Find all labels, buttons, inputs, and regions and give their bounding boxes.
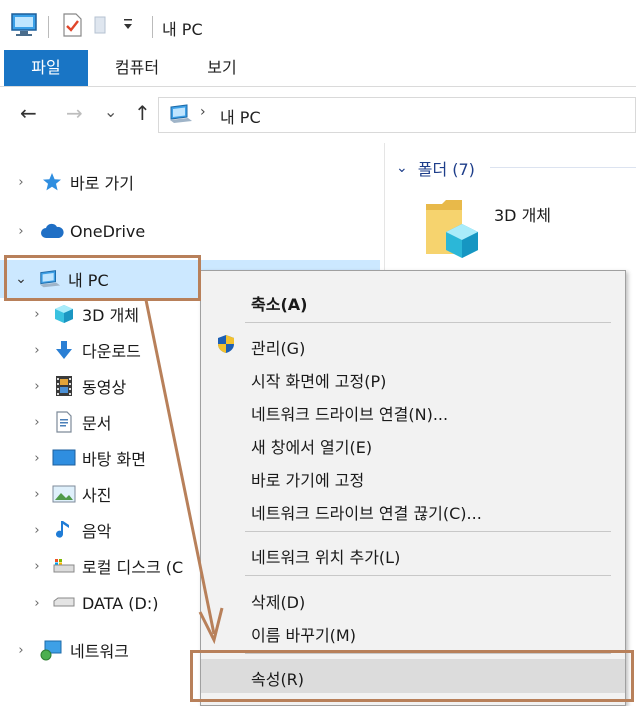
drive-icon	[52, 555, 76, 577]
network-icon	[40, 639, 64, 661]
tree-item-quick-access[interactable]: › 바로 가기	[14, 165, 134, 199]
download-arrow-icon	[52, 339, 76, 361]
star-icon	[40, 171, 64, 193]
tree-item-label: DATA (D:)	[82, 593, 159, 613]
tree-item-label: 로컬 디스크 (C	[82, 558, 184, 577]
music-note-icon	[52, 519, 76, 541]
dropdown-arrow-icon[interactable]	[122, 18, 134, 36]
group-divider	[490, 167, 636, 168]
tree-item-onedrive[interactable]: › OneDrive	[14, 214, 145, 248]
context-menu: 축소(A) 관리(G) 시작 화면에 고정(P) 네트워크 드라이브 연결(N)…	[200, 270, 626, 706]
cube-icon	[52, 303, 76, 325]
up-button[interactable]: ↑	[134, 101, 151, 125]
tree-item-pictures[interactable]: › 사진	[30, 477, 111, 511]
shield-icon	[217, 334, 235, 358]
annotation-box-properties	[190, 650, 634, 702]
group-header-label: 폴더 (7)	[417, 160, 475, 179]
tree-item-music[interactable]: › 음악	[30, 513, 111, 547]
recent-locations-button[interactable]: ⌄	[104, 100, 117, 124]
menu-separator	[245, 575, 611, 576]
menu-item-collapse[interactable]: 축소(A)	[201, 285, 625, 317]
tree-item-documents[interactable]: › 문서	[30, 405, 111, 439]
address-chevron-icon[interactable]: ›	[200, 104, 206, 120]
tree-item-label: 바탕 화면	[82, 450, 146, 469]
chevron-right-icon[interactable]: ›	[30, 415, 44, 430]
tree-item-label: 다운로드	[82, 342, 141, 361]
menu-item-rename[interactable]: 이름 바꾸기(M)	[201, 616, 625, 648]
tree-item-local-disk-c[interactable]: › 로컬 디스크 (C	[30, 549, 183, 583]
tree-item-data-d[interactable]: › DATA (D:)	[30, 586, 159, 620]
chevron-down-icon[interactable]: ⌄	[396, 160, 408, 176]
computer-icon[interactable]	[10, 12, 38, 42]
tab-view[interactable]: 보기	[186, 50, 258, 86]
tree-item-videos[interactable]: › 동영상	[30, 369, 126, 403]
chevron-right-icon[interactable]: ›	[30, 379, 44, 394]
ribbon: 파일 컴퓨터 보기	[0, 48, 636, 86]
group-header-folders[interactable]: ⌄ 폴더 (7)	[396, 156, 475, 180]
chevron-right-icon[interactable]: ›	[30, 559, 44, 574]
chevron-right-icon[interactable]: ›	[30, 596, 44, 611]
folder-3d-icon[interactable]	[424, 196, 482, 264]
film-icon	[52, 375, 76, 397]
chevron-right-icon[interactable]: ›	[30, 523, 44, 538]
chevron-right-icon[interactable]: ›	[30, 451, 44, 466]
menu-item-open-new-window[interactable]: 새 창에서 열기(E)	[201, 428, 625, 460]
forward-button[interactable]: →	[66, 101, 83, 125]
tree-item-label: 3D 개체	[82, 306, 140, 325]
tree-item-label: 사진	[82, 486, 112, 505]
chevron-right-icon[interactable]: ›	[14, 643, 28, 658]
tree-item-network[interactable]: › 네트워크	[14, 633, 129, 667]
drive-icon	[52, 592, 76, 614]
menu-separator	[245, 531, 611, 532]
title-bar: 내 PC	[0, 0, 636, 48]
title-separator	[152, 16, 153, 38]
tab-computer[interactable]: 컴퓨터	[96, 50, 178, 86]
properties-check-icon[interactable]	[60, 12, 84, 42]
tree-item-label: 바로 가기	[70, 174, 134, 193]
menu-item-manage[interactable]: 관리(G)	[201, 329, 625, 361]
tree-item-3d-objects[interactable]: › 3D 개체	[30, 297, 139, 331]
chevron-right-icon[interactable]: ›	[30, 343, 44, 358]
menu-item-add-network-location[interactable]: 네트워크 위치 추가(L)	[201, 538, 625, 570]
window-title: 내 PC	[162, 20, 203, 39]
new-folder-icon[interactable]	[92, 12, 108, 42]
tree-item-label: 문서	[82, 414, 112, 433]
menu-item-disconnect-network-drive[interactable]: 네트워크 드라이브 연결 끊기(C)...	[201, 494, 625, 526]
picture-icon	[52, 483, 76, 505]
tree-item-desktop[interactable]: › 바탕 화면	[30, 441, 146, 475]
chevron-right-icon[interactable]: ›	[14, 175, 28, 190]
chevron-right-icon[interactable]: ›	[30, 307, 44, 322]
chevron-right-icon[interactable]: ›	[14, 224, 28, 239]
menu-item-pin-to-start[interactable]: 시작 화면에 고정(P)	[201, 362, 625, 394]
menu-item-delete[interactable]: 삭제(D)	[201, 583, 625, 615]
tree-item-label: OneDrive	[70, 221, 146, 241]
tree-item-label: 음악	[82, 522, 112, 541]
back-button[interactable]: ←	[20, 101, 37, 125]
cloud-icon	[40, 220, 64, 242]
desktop-icon	[52, 447, 76, 469]
toolbar-separator	[48, 16, 49, 38]
folder-label[interactable]: 3D 개체	[494, 202, 551, 226]
tree-item-label: 동영상	[82, 378, 127, 397]
menu-item-map-network-drive[interactable]: 네트워크 드라이브 연결(N)...	[201, 395, 625, 427]
annotation-box-this-pc	[4, 255, 201, 301]
tree-item-label: 네트워크	[70, 642, 129, 661]
address-computer-icon	[168, 103, 194, 129]
tab-file[interactable]: 파일	[4, 50, 88, 86]
document-icon	[52, 411, 76, 433]
menu-separator	[245, 322, 611, 323]
address-path[interactable]: 내 PC	[220, 104, 261, 128]
menu-item-pin-quick-access[interactable]: 바로 가기에 고정	[201, 461, 625, 493]
chevron-right-icon[interactable]: ›	[30, 487, 44, 502]
tree-item-downloads[interactable]: › 다운로드	[30, 333, 141, 367]
